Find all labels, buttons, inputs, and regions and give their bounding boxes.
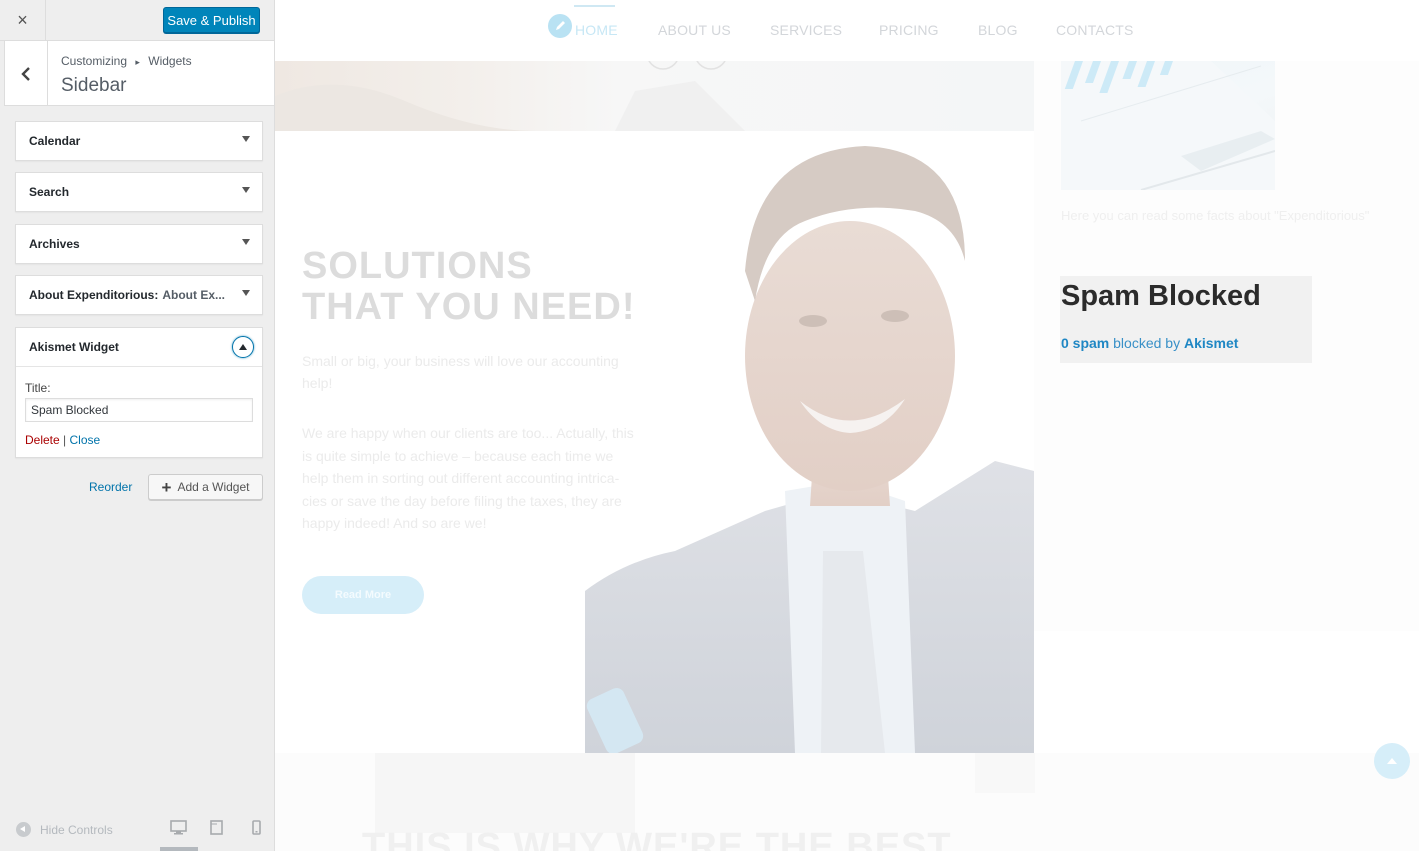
chevron-left-icon xyxy=(21,66,30,81)
breadcrumb-separator-icon: ▸ xyxy=(135,57,140,67)
caret-down-icon[interactable] xyxy=(242,290,250,296)
sidebar-caption: Here you can read some facts about "Expe… xyxy=(1061,208,1370,223)
widget-akismet: Akismet Widget Title: Delete | Close xyxy=(15,327,263,458)
desktop-icon[interactable] xyxy=(170,820,187,835)
widget-search: Search xyxy=(15,172,263,212)
active-nav-indicator xyxy=(574,5,615,7)
nav-pricing[interactable]: PRICING xyxy=(879,22,939,38)
nav-services[interactable]: SERVICES xyxy=(770,22,842,38)
akismet-brand-link[interactable]: Akismet xyxy=(1184,335,1238,351)
hero-paragraph-2: We are happy when our clients are too...… xyxy=(302,425,634,531)
caret-down-icon[interactable] xyxy=(242,239,250,245)
nav-contacts[interactable]: CONTACTS xyxy=(1056,22,1134,38)
section-title: Sidebar xyxy=(61,75,127,96)
caret-down-icon[interactable] xyxy=(242,136,250,142)
businessman-photo xyxy=(585,131,1034,753)
nav-blog[interactable]: BLOG xyxy=(978,22,1018,38)
widget-title: About Expenditorious: xyxy=(29,288,159,302)
back-button[interactable] xyxy=(5,41,48,106)
add-widget-label: Add a Widget xyxy=(177,480,250,494)
widget-calendar: Calendar xyxy=(15,121,263,161)
pencil-icon[interactable] xyxy=(548,14,572,38)
widget-header[interactable]: Archives xyxy=(16,225,262,263)
title-field-label: Title: xyxy=(25,381,51,395)
akismet-stats: 0 spam blocked by Akismet xyxy=(1061,335,1238,351)
section-header: Customizing ▸ Widgets Sidebar xyxy=(4,41,274,106)
hide-controls-label: Hide Controls xyxy=(40,822,113,837)
banner-decor-icon xyxy=(275,36,1034,131)
read-more-button[interactable]: Read More xyxy=(302,576,424,614)
delete-link[interactable]: Delete xyxy=(25,433,60,447)
title-field[interactable] xyxy=(25,398,253,422)
nav-about[interactable]: ABOUT US xyxy=(658,22,731,38)
hero-title-line1: SOLUTIONS xyxy=(302,245,533,287)
save-publish-button[interactable]: Save & Publish xyxy=(163,7,260,33)
sidebar-chart-image xyxy=(1061,61,1275,190)
hero-banner-image xyxy=(275,36,1034,131)
widget-header[interactable]: About Expenditorious: About Ex... xyxy=(16,276,262,314)
widget-about: About Expenditorious: About Ex... xyxy=(15,275,263,315)
breadcrumb-current: Widgets xyxy=(148,54,192,68)
hero-title-line2: THAT YOU NEED! xyxy=(302,286,636,328)
widget-controls: Delete | Close xyxy=(25,433,253,447)
collapse-arrow-icon xyxy=(16,822,31,837)
close-link[interactable]: Close xyxy=(70,433,101,447)
hide-controls-button[interactable]: Hide Controls xyxy=(16,822,113,837)
breadcrumb: Customizing ▸ Widgets xyxy=(61,54,192,68)
hero-paragraph-1: Small or big, your business will love ou… xyxy=(302,353,619,391)
mobile-icon[interactable] xyxy=(248,820,265,835)
customizer-header: × Save & Publish xyxy=(0,0,274,41)
widget-form: Title: Delete | Close xyxy=(16,366,262,457)
scroll-to-top-button[interactable] xyxy=(1374,743,1410,779)
site-nav: HOME ABOUT US SERVICES PRICING BLOG CONT… xyxy=(275,0,1419,61)
customizer-footer: Hide Controls xyxy=(0,806,274,851)
caret-down-icon[interactable] xyxy=(242,187,250,193)
widget-title: Akismet Widget xyxy=(29,340,119,354)
nav-home[interactable]: HOME xyxy=(575,22,618,38)
site-preview: SOLUTIONS THAT YOU NEED! Small or big, y… xyxy=(275,0,1419,851)
chart-paper-icon xyxy=(1061,61,1275,190)
caret-up-icon xyxy=(239,344,247,350)
akismet-title: Spam Blocked xyxy=(1061,280,1261,312)
widget-header[interactable]: Akismet Widget xyxy=(16,328,262,366)
arrow-up-icon xyxy=(1387,758,1397,764)
collapse-toggle-button[interactable] xyxy=(232,336,254,358)
add-widget-button[interactable]: + Add a Widget xyxy=(148,474,263,500)
breadcrumb-root: Customizing xyxy=(61,54,128,68)
active-device-indicator xyxy=(160,847,198,851)
hero-title: SOLUTIONS THAT YOU NEED! xyxy=(302,246,636,328)
close-icon: × xyxy=(17,10,28,30)
app-window: × Save & Publish Customizing ▸ Widgets S… xyxy=(0,0,1419,851)
widget-title: Search xyxy=(29,185,70,199)
widget-header[interactable]: Search xyxy=(16,173,262,211)
customizer-panel: × Save & Publish Customizing ▸ Widgets S… xyxy=(0,0,275,851)
close-customizer-button[interactable]: × xyxy=(0,0,46,41)
widget-header[interactable]: Calendar xyxy=(16,122,262,160)
akismet-widget-preview: Spam Blocked 0 spam blocked by Akismet xyxy=(1060,276,1312,363)
akismet-mid-text: blocked by xyxy=(1109,335,1184,351)
controls-separator: | xyxy=(63,433,67,447)
reorder-link[interactable]: Reorder xyxy=(89,480,132,494)
widget-title: Calendar xyxy=(29,134,81,148)
widget-archives: Archives xyxy=(15,224,263,264)
tablet-icon[interactable] xyxy=(208,820,225,835)
widget-in-title: About Ex... xyxy=(162,288,225,302)
widget-title: Archives xyxy=(29,237,80,251)
edit-shortcut-icon xyxy=(556,21,565,30)
plus-icon: + xyxy=(161,477,172,497)
features-heading: THIS IS WHY WE'RE THE BEST xyxy=(362,826,952,851)
akismet-count-link[interactable]: 0 spam xyxy=(1061,335,1109,351)
